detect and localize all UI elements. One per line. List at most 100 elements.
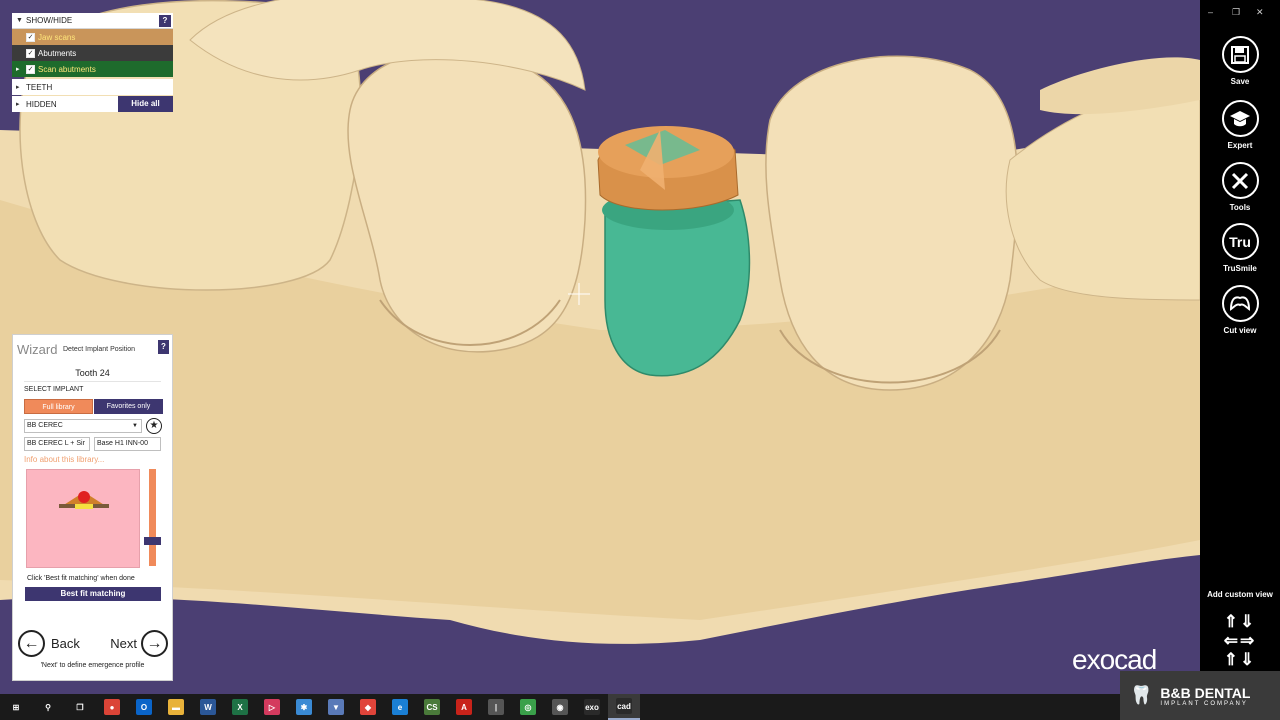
taskbar-outlook-button[interactable]: O xyxy=(128,694,160,720)
favorites-only-button[interactable]: Favorites only xyxy=(94,399,163,414)
taskbar-cad-button[interactable]: cad xyxy=(608,694,640,720)
wizard-title: Wizard xyxy=(17,342,58,357)
abutments-row[interactable]: ✓ Abutments xyxy=(12,45,173,61)
hidden-row[interactable]: ▸ HIDDEN Hide all xyxy=(12,96,173,112)
jaw-scans-row[interactable]: ✓ Jaw scans xyxy=(12,29,173,45)
chevron-right-icon: ▸ xyxy=(16,84,20,91)
next-label: Next xyxy=(110,636,137,651)
help-button[interactable]: ? xyxy=(159,15,171,27)
save-button[interactable]: Save xyxy=(1200,36,1280,86)
taskbar-tool-button[interactable]: | xyxy=(480,694,512,720)
taskbar-exo-button[interactable]: exo xyxy=(576,694,608,720)
taskbar-word-button[interactable]: W xyxy=(192,694,224,720)
restore-button[interactable]: ❐ xyxy=(1232,7,1240,18)
tools-label: Tools xyxy=(1229,203,1251,212)
abutments-checkbox[interactable]: ✓ xyxy=(26,48,35,58)
taskbar-chrome-button[interactable]: ● xyxy=(96,694,128,720)
teeth-row[interactable]: ▸ TEETH xyxy=(12,79,173,95)
app-blue-icon: ✱ xyxy=(296,699,312,715)
taskbar-excel-button[interactable]: X xyxy=(224,694,256,720)
edge-icon: e xyxy=(392,699,408,715)
tools-button[interactable]: Tools xyxy=(1200,162,1280,212)
tooth-label: Tooth 24 xyxy=(75,368,110,378)
close-button[interactable]: ✕ xyxy=(1256,7,1264,18)
taskbar: ⊞ ⚲ ❐ ● O ▬ W X ▷ ✱ ▼ ◆ e CS A | ◎ ◉ exo cad xyxy=(0,694,1120,720)
taskbar-search-button[interactable]: ⚲ xyxy=(32,694,64,720)
library-select[interactable]: BB CEREC ▼ xyxy=(24,419,142,433)
taskbar-acrobat-button[interactable]: A xyxy=(448,694,480,720)
taskbar-edge-button[interactable]: e xyxy=(384,694,416,720)
wizard-step-title: Detect Implant Position xyxy=(63,346,135,353)
3d-viewport[interactable] xyxy=(0,0,1200,694)
tool-icon: | xyxy=(488,699,504,715)
taskbar-app-circle-button[interactable]: ◉ xyxy=(544,694,576,720)
taskbar-start-button[interactable]: ⊞ xyxy=(0,694,32,720)
implant-type-value: BB CEREC L + Sir xyxy=(27,440,85,447)
slider-thumb[interactable] xyxy=(144,537,161,545)
chevron-right-icon[interactable]: ▸ xyxy=(16,65,26,73)
jaw-scans-checkbox[interactable]: ✓ xyxy=(26,32,35,42)
best-fit-matching-button[interactable]: Best fit matching xyxy=(25,587,161,601)
show-hide-panel: ▼ SHOW/HIDE ? ✓ Jaw scans ✓ Abutments ▸ … xyxy=(12,13,173,112)
taskbar-app-triangle-button[interactable]: ▷ xyxy=(256,694,288,720)
jaw-scans-label: Jaw scans xyxy=(38,32,76,42)
scan-abutments-row[interactable]: ▸ ✓ Scan abutments xyxy=(12,61,173,77)
anydesk-icon: ◆ xyxy=(360,699,376,715)
cs-icon: CS xyxy=(424,699,440,715)
chrome-icon: ● xyxy=(104,699,120,715)
jaw-scan-model[interactable] xyxy=(0,0,1200,694)
next-button[interactable]: Next → xyxy=(110,630,168,657)
taskbar-app-blue-button[interactable]: ✱ xyxy=(288,694,320,720)
library-select-value: BB CEREC xyxy=(27,422,63,429)
cad-icon: cad xyxy=(616,698,632,714)
taskbar-cs-button[interactable]: CS xyxy=(416,694,448,720)
graduation-cap-icon xyxy=(1221,100,1259,137)
arrow-right-icon: → xyxy=(141,630,168,657)
back-label: Back xyxy=(51,636,80,651)
bb-dental-subtitle: IMPLANT COMPANY xyxy=(1160,700,1248,707)
tooth-cut-icon xyxy=(1221,285,1259,322)
tools-icon xyxy=(1221,162,1259,199)
wizard-panel: Wizard Detect Implant Position ? Tooth 2… xyxy=(12,334,173,681)
trusmile-button[interactable]: Tru TruSmile xyxy=(1200,223,1280,273)
back-button[interactable]: ← Back xyxy=(18,630,80,657)
next-hint: 'Next' to define emergence profile xyxy=(40,662,145,669)
save-label: Save xyxy=(1230,77,1250,86)
favorite-star-button[interactable]: ★ xyxy=(146,418,162,434)
implant-preview-icon xyxy=(59,491,109,509)
base-select[interactable]: Base H1 INN-00 xyxy=(94,437,161,451)
taskbar-app-install-button[interactable]: ▼ xyxy=(320,694,352,720)
abutments-label: Abutments xyxy=(38,48,77,58)
wizard-help-button[interactable]: ? xyxy=(158,340,169,354)
start-icon: ⊞ xyxy=(8,699,24,715)
library-info-link[interactable]: Info about this library... xyxy=(24,455,104,464)
scan-abutments-label: Scan abutments xyxy=(38,64,96,74)
explorer-icon: ▬ xyxy=(168,699,184,715)
minimize-button[interactable]: – xyxy=(1208,7,1213,17)
divider xyxy=(24,381,161,382)
hide-all-button[interactable]: Hide all xyxy=(118,96,173,112)
full-library-button[interactable]: Full library xyxy=(24,399,93,414)
app-triangle-icon: ▷ xyxy=(264,699,280,715)
expert-label: Expert xyxy=(1227,141,1253,150)
dropdown-arrow-icon: ▼ xyxy=(132,423,138,429)
select-implant-label: SELECT IMPLANT xyxy=(24,386,84,393)
view-direction-icons[interactable]: ⇑⇓ ⇐⇒ ⇑⇓ xyxy=(1218,612,1262,669)
taskbar-explorer-button[interactable]: ▬ xyxy=(160,694,192,720)
taskbar-app-green-button[interactable]: ◎ xyxy=(512,694,544,720)
save-icon xyxy=(1221,36,1259,73)
cut-view-button[interactable]: Cut view xyxy=(1200,285,1280,335)
expert-button[interactable]: Expert xyxy=(1200,100,1280,150)
base-select-value: Base H1 INN-00 xyxy=(97,440,148,447)
bb-dental-name: B&B DENTAL xyxy=(1160,684,1251,701)
scan-abutments-checkbox[interactable]: ✓ xyxy=(26,64,35,74)
trusmile-label: TruSmile xyxy=(1223,264,1257,273)
slider-track[interactable] xyxy=(149,469,156,566)
arrow-left-icon: ← xyxy=(18,630,45,657)
implant-type-select[interactable]: BB CEREC L + Sir xyxy=(24,437,90,451)
taskbar-anydesk-button[interactable]: ◆ xyxy=(352,694,384,720)
chevron-down-icon: ▼ xyxy=(16,17,23,24)
add-custom-view-button[interactable]: Add custom view xyxy=(1200,590,1280,599)
show-hide-header[interactable]: ▼ SHOW/HIDE ? xyxy=(12,13,173,29)
taskbar-task-view-button[interactable]: ❐ xyxy=(64,694,96,720)
